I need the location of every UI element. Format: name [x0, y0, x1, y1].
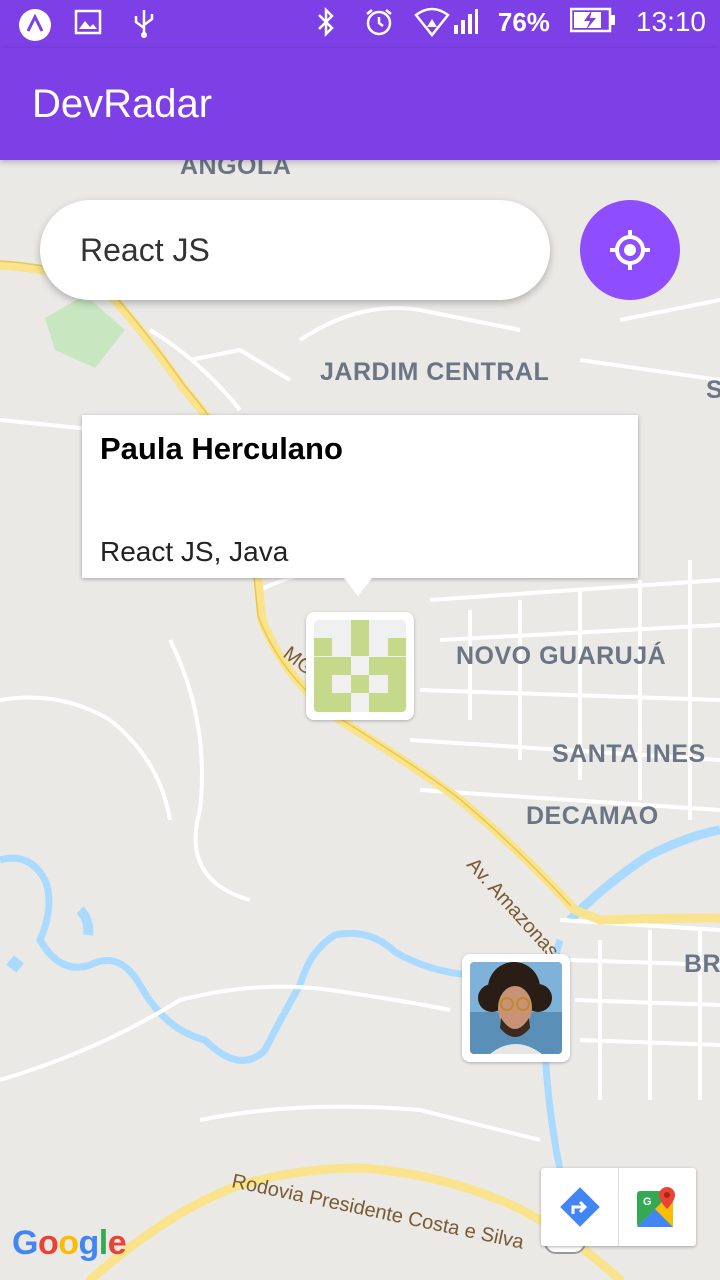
directions-icon — [559, 1187, 600, 1227]
image-icon — [74, 8, 104, 38]
open-in-maps-button[interactable]: G — [618, 1168, 695, 1246]
map-label-edge: S — [706, 376, 720, 404]
map-label-angola: ANGOLA — [180, 160, 292, 180]
status-bar-right: 76% 13:10 — [314, 6, 706, 38]
map-view[interactable]: ANGOLA JARDIM CENTRAL S NOVO GUARUJÁ SAN… — [0, 160, 720, 1280]
search-input-value[interactable]: React JS — [80, 232, 210, 269]
avatar-marker[interactable] — [462, 954, 570, 1062]
status-bar: 76% 13:10 — [0, 0, 720, 48]
bluetooth-icon — [314, 6, 344, 38]
search-input[interactable]: React JS — [40, 200, 550, 300]
alarm-icon — [364, 7, 394, 37]
app-bar: DevRadar — [0, 48, 720, 160]
my-location-icon — [610, 230, 650, 270]
map-toolbar: G — [541, 1168, 696, 1246]
directions-button[interactable] — [541, 1168, 618, 1246]
google-maps-icon: G — [637, 1187, 675, 1227]
park-area — [45, 295, 125, 368]
map-label-santa-ines: SANTA INES — [552, 740, 706, 768]
battery-charging-icon — [569, 7, 616, 37]
dev-name: Paula Herculano — [100, 431, 343, 466]
svg-text:G: G — [643, 1196, 652, 1208]
locate-button[interactable] — [580, 200, 680, 300]
usb-icon — [130, 8, 160, 38]
app-title: DevRadar — [32, 82, 213, 126]
identicon-marker[interactable] — [306, 612, 414, 720]
map-canvas — [0, 260, 720, 1280]
clock: 13:10 — [635, 6, 706, 37]
map-label-novo-guaruja: NOVO GUARUJÁ — [456, 642, 667, 670]
identicon-avatar — [314, 620, 406, 712]
expo-icon — [18, 8, 51, 41]
map-label-jardim-central: JARDIM CENTRAL — [320, 358, 550, 386]
status-bar-left — [18, 8, 160, 41]
map-label-bra: BRA — [684, 950, 720, 978]
google-logo: Google — [12, 1224, 127, 1262]
dev-techs: React JS, Java — [100, 536, 289, 567]
avatar-photo — [470, 962, 562, 1054]
dev-callout[interactable]: Paula Herculano React JS, Java — [82, 415, 638, 596]
map-label-decamao: DECAMAO — [526, 802, 659, 830]
wifi-signal-icon — [414, 7, 478, 38]
battery-percent: 76% — [497, 6, 550, 37]
